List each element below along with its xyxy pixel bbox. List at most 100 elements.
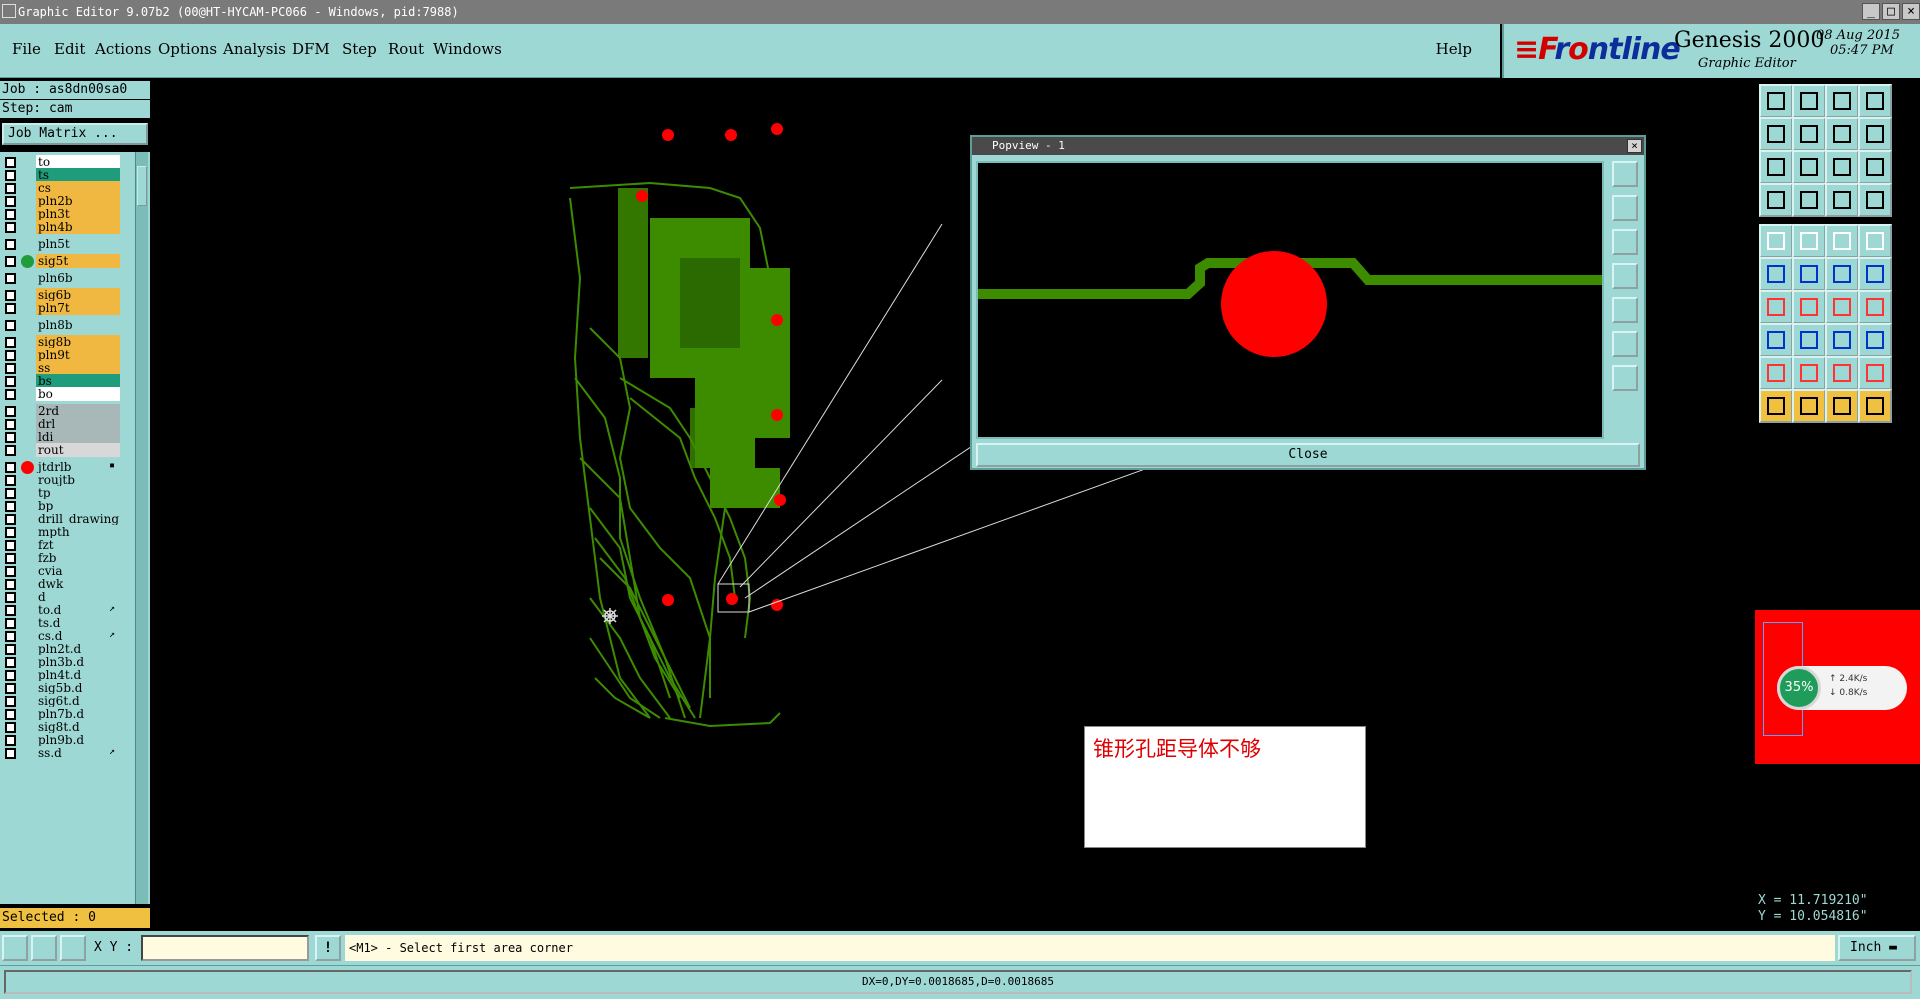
tool-button[interactable] — [1759, 150, 1793, 184]
layer-checkbox[interactable] — [5, 722, 16, 733]
layer-name[interactable]: sig6t.d — [36, 694, 120, 708]
minimize-button[interactable]: _ — [1862, 3, 1880, 20]
tool-button[interactable] — [1825, 323, 1859, 357]
alert-icon[interactable]: ! — [315, 935, 341, 961]
tool-button[interactable] — [1759, 290, 1793, 324]
layer-checkbox[interactable] — [5, 239, 16, 250]
tool-button[interactable] — [1759, 257, 1793, 291]
layer-name[interactable]: ss.d — [36, 746, 120, 760]
layer-name[interactable]: fzb — [36, 551, 120, 565]
menu-actions[interactable]: Actions — [95, 40, 151, 58]
layer-name[interactable]: ss — [36, 361, 120, 375]
layer-name[interactable]: drill_drawing — [36, 512, 120, 526]
measure-tool-button[interactable] — [31, 935, 57, 961]
tool-button[interactable] — [1792, 323, 1826, 357]
tool-button[interactable] — [1858, 117, 1892, 151]
layer-checkbox[interactable] — [5, 527, 16, 538]
layer-checkbox[interactable] — [5, 303, 16, 314]
layer-checkbox[interactable] — [5, 170, 16, 181]
tool-button[interactable] — [1858, 224, 1892, 258]
layer-name[interactable]: pln3b.d — [36, 655, 120, 669]
menu-options[interactable]: Options — [158, 40, 217, 58]
layer-checkbox[interactable] — [5, 553, 16, 564]
layer-checkbox[interactable] — [5, 406, 16, 417]
tool-button[interactable] — [1759, 224, 1793, 258]
layer-row[interactable]: pln6b — [0, 271, 135, 286]
tool-button[interactable] — [1825, 257, 1859, 291]
popview-close-button[interactable]: Close — [976, 443, 1640, 467]
menu-dfm[interactable]: DFM — [292, 40, 330, 58]
layer-checkbox[interactable] — [5, 183, 16, 194]
layer-checkbox[interactable] — [5, 475, 16, 486]
tool-button[interactable] — [1759, 183, 1793, 217]
layer-checkbox[interactable] — [5, 631, 16, 642]
layer-name[interactable]: pln6b — [36, 271, 120, 285]
layer-name[interactable]: sig8t.d — [36, 720, 120, 734]
layer-checkbox[interactable] — [5, 157, 16, 168]
layer-row[interactable]: ss.d ↗ — [0, 746, 135, 761]
layer-row[interactable]: bo — [0, 387, 135, 402]
tool-button[interactable] — [1858, 84, 1892, 118]
layer-name[interactable]: bs — [36, 374, 120, 388]
tool-button[interactable] — [1792, 389, 1826, 423]
layer-name[interactable]: pln4b — [36, 220, 120, 234]
layer-name[interactable]: pln2b — [36, 194, 120, 208]
tool-button[interactable] — [1825, 117, 1859, 151]
scroll-thumb[interactable] — [137, 166, 147, 206]
unit-select[interactable]: Inch ▬ — [1838, 935, 1916, 961]
layer-checkbox[interactable] — [5, 256, 16, 267]
layer-name[interactable]: pln7b.d — [36, 707, 120, 721]
layer-checkbox[interactable] — [5, 209, 16, 220]
tool-button[interactable] — [1792, 257, 1826, 291]
layer-name[interactable]: to — [36, 155, 120, 169]
layer-checkbox[interactable] — [5, 501, 16, 512]
menu-windows[interactable]: Windows — [433, 40, 502, 58]
tool-button[interactable] — [1858, 257, 1892, 291]
network-widget[interactable]: 35% ↑ 2.4K/s ↓ 0.8K/s — [1777, 666, 1907, 710]
layer-checkbox[interactable] — [5, 657, 16, 668]
layer-list[interactable]: to ts cs pln2b pln3t pln4b pln5t sig5t pln6b sig6… — [0, 152, 150, 904]
tool-button[interactable] — [1792, 356, 1826, 390]
xy-input[interactable] — [141, 935, 309, 961]
tool-button[interactable] — [1858, 150, 1892, 184]
tool-button[interactable] — [1792, 224, 1826, 258]
layer-checkbox[interactable] — [5, 540, 16, 551]
layer-name[interactable]: pln4t.d — [36, 668, 120, 682]
layer-name[interactable]: ts.d — [36, 616, 120, 630]
popview-tool-2[interactable] — [1612, 195, 1638, 221]
layer-checkbox[interactable] — [5, 445, 16, 456]
tool-button[interactable] — [1759, 356, 1793, 390]
layer-checkbox[interactable] — [5, 363, 16, 374]
job-matrix-button[interactable]: Job Matrix ... — [2, 123, 148, 145]
layer-name[interactable]: rout — [36, 443, 120, 457]
window-title-bar[interactable]: Graphic Editor 9.07b2 (00@HT-HYCAM-PC066… — [0, 0, 1920, 24]
layer-name[interactable]: pln7t — [36, 301, 120, 315]
menu-edit[interactable]: Edit — [54, 40, 85, 58]
menu-help[interactable]: Help — [1436, 40, 1472, 58]
tool-button[interactable] — [1825, 356, 1859, 390]
layer-checkbox[interactable] — [5, 735, 16, 746]
tool-button[interactable] — [1759, 389, 1793, 423]
tool-button[interactable] — [1825, 389, 1859, 423]
tool-button[interactable] — [1858, 356, 1892, 390]
layer-name[interactable]: cs — [36, 181, 120, 195]
layer-checkbox[interactable] — [5, 462, 16, 473]
popview-window[interactable]: Popview - 1 × Close — [970, 135, 1646, 470]
layer-checkbox[interactable] — [5, 618, 16, 629]
layer-checkbox[interactable] — [5, 566, 16, 577]
tool-button[interactable] — [1792, 290, 1826, 324]
layer-name[interactable]: to.d — [36, 603, 120, 617]
tool-button[interactable] — [1858, 290, 1892, 324]
layer-name[interactable]: tp — [36, 486, 120, 500]
tool-button[interactable] — [1825, 150, 1859, 184]
popview-title-bar[interactable]: Popview - 1 × — [972, 137, 1644, 155]
grid-tool-button[interactable] — [60, 935, 86, 961]
tool-button[interactable] — [1759, 117, 1793, 151]
layer-checkbox[interactable] — [5, 592, 16, 603]
layer-checkbox[interactable] — [5, 488, 16, 499]
popview-tool-7[interactable] — [1612, 365, 1638, 391]
layer-checkbox[interactable] — [5, 748, 16, 759]
layer-checkbox[interactable] — [5, 222, 16, 233]
layer-checkbox[interactable] — [5, 337, 16, 348]
menu-file[interactable]: File — [12, 40, 41, 58]
